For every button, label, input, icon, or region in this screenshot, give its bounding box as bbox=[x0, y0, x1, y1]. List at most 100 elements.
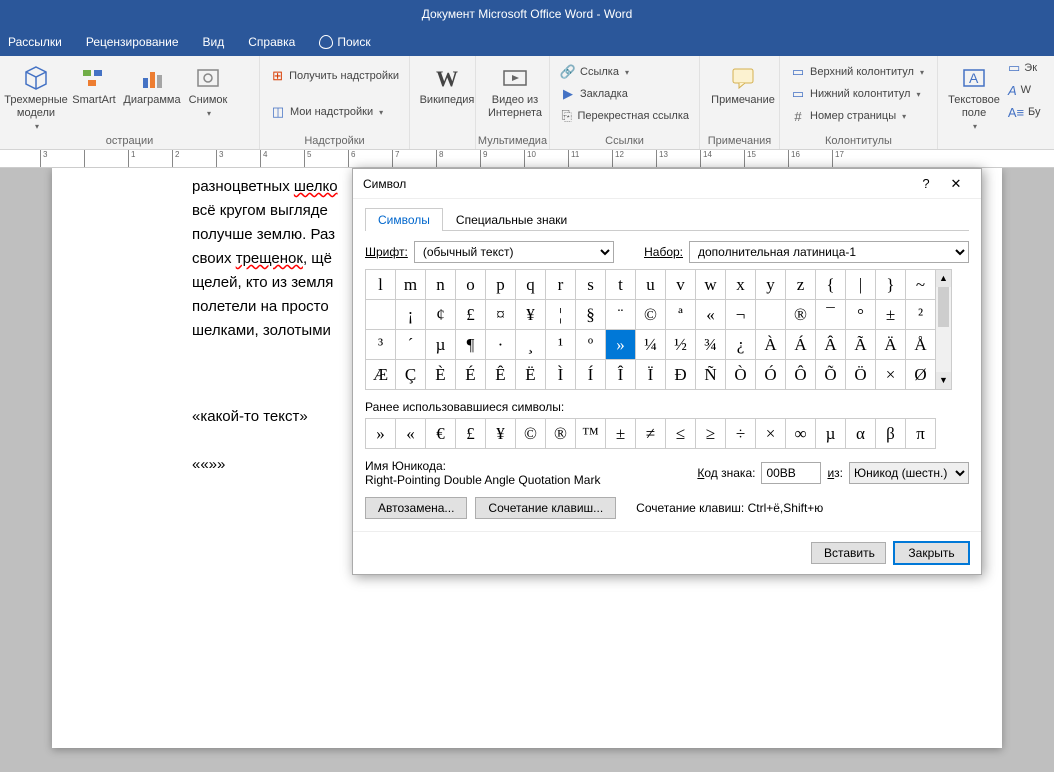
symbol-cell[interactable]: Ø bbox=[906, 360, 936, 390]
symbol-cell[interactable]: s bbox=[576, 270, 606, 300]
btn-my-addins[interactable]: ◫ Мои надстройки bbox=[266, 102, 403, 122]
symbol-cell[interactable]: z bbox=[786, 270, 816, 300]
recent-symbol-cell[interactable]: × bbox=[756, 419, 786, 449]
symbol-cell[interactable]: µ bbox=[426, 330, 456, 360]
recent-symbol-cell[interactable]: µ bbox=[816, 419, 846, 449]
symbol-cell[interactable]: Ó bbox=[756, 360, 786, 390]
btn-textbox[interactable]: A Текстовое поле bbox=[944, 60, 1004, 135]
btn-pagenum[interactable]: #Номер страницы bbox=[786, 106, 931, 126]
btn-link[interactable]: 🔗Ссылка bbox=[556, 62, 693, 82]
symbol-cell[interactable]: u bbox=[636, 270, 666, 300]
symbol-cell[interactable]: ¼ bbox=[636, 330, 666, 360]
menu-help[interactable]: Справка bbox=[248, 35, 295, 49]
symbol-cell[interactable]: ¤ bbox=[486, 300, 516, 330]
symbol-cell[interactable]: m bbox=[396, 270, 426, 300]
btn-3d-models[interactable]: Трехмерные модели bbox=[6, 60, 66, 135]
recent-symbol-cell[interactable]: © bbox=[516, 419, 546, 449]
symbol-cell[interactable]: Ì bbox=[546, 360, 576, 390]
symbol-cell[interactable]: × bbox=[876, 360, 906, 390]
symbol-cell[interactable]: ® bbox=[786, 300, 816, 330]
help-button[interactable]: ? bbox=[911, 176, 941, 191]
recent-symbol-cell[interactable]: ≤ bbox=[666, 419, 696, 449]
symbol-cell[interactable]: Ë bbox=[516, 360, 546, 390]
scroll-thumb[interactable] bbox=[938, 287, 949, 327]
symbol-cell[interactable]: | bbox=[846, 270, 876, 300]
scroll-up-icon[interactable]: ▲ bbox=[936, 270, 951, 287]
font-combo[interactable]: (обычный текст) bbox=[414, 241, 614, 263]
btn-footer[interactable]: ▭Нижний колонтитул bbox=[786, 84, 931, 104]
recent-symbol-cell[interactable]: ÷ bbox=[726, 419, 756, 449]
symbol-cell[interactable]: Ð bbox=[666, 360, 696, 390]
recent-symbol-cell[interactable]: £ bbox=[456, 419, 486, 449]
symbol-cell[interactable]: Ê bbox=[486, 360, 516, 390]
symbol-cell[interactable]: Ö bbox=[846, 360, 876, 390]
symbol-cell[interactable]: ¥ bbox=[516, 300, 546, 330]
symbol-cell[interactable]: q bbox=[516, 270, 546, 300]
symbol-cell[interactable]: ¾ bbox=[696, 330, 726, 360]
symbol-cell[interactable]: n bbox=[426, 270, 456, 300]
symbol-cell[interactable]: w bbox=[696, 270, 726, 300]
symbol-cell[interactable]: Ñ bbox=[696, 360, 726, 390]
symbol-cell[interactable]: y bbox=[756, 270, 786, 300]
symbol-cell[interactable]: £ bbox=[456, 300, 486, 330]
recent-symbol-cell[interactable]: ≥ bbox=[696, 419, 726, 449]
btn-extras-3[interactable]: A≡Бу bbox=[1004, 102, 1034, 122]
symbol-cell[interactable]: § bbox=[576, 300, 606, 330]
symbol-cell[interactable]: © bbox=[636, 300, 666, 330]
symbol-cell[interactable]: Ç bbox=[396, 360, 426, 390]
symbol-cell[interactable]: t bbox=[606, 270, 636, 300]
symbol-cell[interactable]: Å bbox=[906, 330, 936, 360]
symbol-cell[interactable]: ¿ bbox=[726, 330, 756, 360]
symbol-cell[interactable]: É bbox=[456, 360, 486, 390]
recent-symbol-cell[interactable]: « bbox=[396, 419, 426, 449]
symbol-cell[interactable]: Î bbox=[606, 360, 636, 390]
menu-review[interactable]: Рецензирование bbox=[86, 35, 179, 49]
symbol-cell[interactable]: ¶ bbox=[456, 330, 486, 360]
from-combo[interactable]: Юникод (шестн.) bbox=[849, 462, 969, 484]
symbol-cell[interactable]: Ã bbox=[846, 330, 876, 360]
symbol-cell[interactable]: À bbox=[756, 330, 786, 360]
menu-view[interactable]: Вид bbox=[203, 35, 225, 49]
recent-symbol-cell[interactable]: α bbox=[846, 419, 876, 449]
symbol-cell[interactable]: ¯ bbox=[816, 300, 846, 330]
symbol-cell[interactable]: x bbox=[726, 270, 756, 300]
set-combo[interactable]: дополнительная латиница-1 bbox=[689, 241, 969, 263]
symbol-cell[interactable]: ¦ bbox=[546, 300, 576, 330]
symbol-cell[interactable]: ­ bbox=[756, 300, 786, 330]
symbol-cell[interactable]: p bbox=[486, 270, 516, 300]
symbol-cell[interactable]: ¡ bbox=[396, 300, 426, 330]
symbol-cell[interactable]: ± bbox=[876, 300, 906, 330]
symbol-cell[interactable]: { bbox=[816, 270, 846, 300]
btn-bookmark[interactable]: ▶Закладка bbox=[556, 84, 693, 104]
recent-symbol-cell[interactable]: € bbox=[426, 419, 456, 449]
menu-search[interactable]: Поиск bbox=[319, 35, 370, 49]
symbol-cell[interactable] bbox=[366, 300, 396, 330]
btn-smartart[interactable]: SmartArt bbox=[68, 60, 120, 135]
symbol-cell[interactable]: Æ bbox=[366, 360, 396, 390]
recent-symbol-cell[interactable]: ™ bbox=[576, 419, 606, 449]
btn-screenshot[interactable]: Снимок bbox=[184, 60, 232, 135]
ruler[interactable]: 31234567891011121314151617 bbox=[0, 150, 1054, 168]
btn-extras-2[interactable]: AW bbox=[1004, 80, 1034, 100]
symbol-cell[interactable]: ¹ bbox=[546, 330, 576, 360]
symbol-cell[interactable]: Ï bbox=[636, 360, 666, 390]
recent-symbol-cell[interactable]: ∞ bbox=[786, 419, 816, 449]
tab-special-chars[interactable]: Специальные знаки bbox=[443, 208, 580, 231]
insert-button[interactable]: Вставить bbox=[811, 542, 886, 564]
symbol-cell[interactable]: ³ bbox=[366, 330, 396, 360]
symbol-cell[interactable]: Ô bbox=[786, 360, 816, 390]
symbol-cell[interactable]: o bbox=[456, 270, 486, 300]
grid-scrollbar[interactable]: ▲ ▼ bbox=[935, 269, 952, 390]
symbol-cell[interactable]: Â bbox=[816, 330, 846, 360]
btn-crossref[interactable]: ⎘Перекрестная ссылка bbox=[556, 106, 693, 126]
symbol-cell[interactable]: · bbox=[486, 330, 516, 360]
symbol-cell[interactable]: Ä bbox=[876, 330, 906, 360]
symbol-cell[interactable]: ² bbox=[906, 300, 936, 330]
recent-symbol-cell[interactable]: ± bbox=[606, 419, 636, 449]
symbol-cell[interactable]: Õ bbox=[816, 360, 846, 390]
recent-symbol-cell[interactable]: ≠ bbox=[636, 419, 666, 449]
recent-symbol-cell[interactable]: β bbox=[876, 419, 906, 449]
btn-chart[interactable]: Диаграмма bbox=[122, 60, 182, 135]
btn-wikipedia[interactable]: W Википедия bbox=[416, 60, 478, 109]
close-button[interactable]: Закрыть bbox=[894, 542, 969, 564]
